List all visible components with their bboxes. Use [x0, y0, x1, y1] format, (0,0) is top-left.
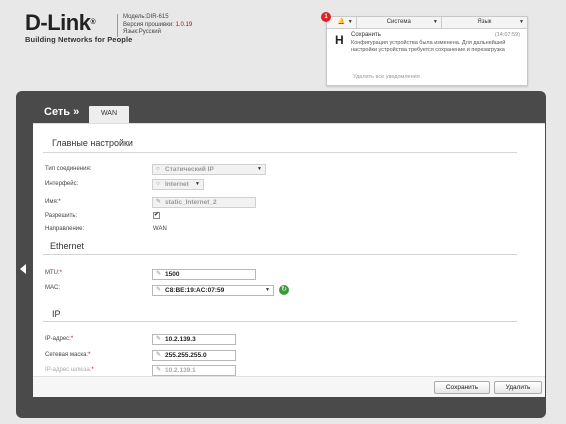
chevron-down-icon: ▼	[347, 19, 353, 25]
interface-label: Интерфейс:	[45, 181, 79, 187]
chevron-down-icon: ▼	[519, 19, 524, 25]
bell-icon: 🔔	[337, 19, 346, 25]
radio-icon: ○	[156, 181, 160, 187]
mac-select[interactable]: ✎ C8:BE:19:AC:07:59 ▼	[152, 285, 274, 296]
section-title-ethernet: Ethernet	[50, 241, 85, 251]
chevron-down-icon: ▼	[257, 166, 262, 172]
notification-time: (14:07:59)	[494, 32, 520, 38]
ip-label: IP-адрес:*	[45, 336, 74, 342]
language-menu[interactable]: Язык ▼	[442, 17, 527, 28]
notification-count-badge: 1	[321, 12, 331, 22]
direction-value: WAN	[153, 226, 167, 232]
firmware-version[interactable]: 1.0.19	[176, 22, 193, 28]
pencil-icon: ✎	[156, 271, 162, 277]
mtu-field[interactable]: ✎ 1500	[152, 269, 256, 280]
direction-label: Направление:	[45, 226, 85, 232]
breadcrumb[interactable]: Сеть »	[44, 106, 79, 118]
model-label: Модель:DIR-615	[123, 14, 169, 20]
pencil-icon: ✎	[156, 352, 162, 358]
chevron-down-icon: ▼	[432, 19, 438, 25]
enable-label: Разрешить:	[45, 213, 78, 219]
radio-icon: ○	[156, 166, 160, 172]
device-info: Модель:DIR-615 Версия прошивки: 1.0.19 Я…	[117, 14, 192, 37]
save-button[interactable]: Сохранить	[434, 381, 490, 394]
save-icon: H	[335, 33, 344, 47]
section-title-ip: IP	[52, 309, 61, 319]
refresh-icon[interactable]: ↻	[279, 285, 289, 295]
name-field[interactable]: ✎ static_Internet_2	[152, 197, 256, 208]
section-divider	[43, 152, 517, 153]
firmware-label: Версия прошивки: 1.0.19	[123, 21, 193, 28]
section-divider	[43, 321, 517, 322]
pencil-icon: ✎	[156, 336, 162, 342]
pencil-icon: ✎	[156, 287, 162, 293]
notifications-menu[interactable]: 1 🔔 ▼	[321, 12, 357, 28]
notification-item[interactable]: H Сохранить (14:07:59) Конфигурация устр…	[327, 29, 527, 53]
mask-field[interactable]: ✎ 255.255.255.0	[152, 350, 236, 361]
section-divider	[43, 254, 517, 255]
content-area: Главные настройки Тип соединения: ○ Стат…	[33, 123, 545, 397]
logo-registered-mark: ®	[90, 19, 96, 26]
notification-text: Конфигурация устройства была изменена. Д…	[351, 40, 506, 53]
conn-type-label: Тип соединения:	[45, 166, 92, 172]
pencil-icon: ✎	[156, 199, 162, 205]
conn-type-select[interactable]: ○ Статический IP ▼	[152, 164, 266, 175]
clear-notifications-link[interactable]: Удалить все уведомления	[353, 74, 420, 80]
mac-label: MAC:	[45, 285, 60, 291]
top-menu-bar: 1 🔔 ▼ Система ▼ Язык ▼	[321, 12, 527, 29]
logo-text: D-Link	[25, 10, 91, 35]
language-label: Язык:Русский	[123, 29, 161, 35]
chevron-down-icon: ▼	[195, 181, 200, 187]
ip-field[interactable]: ✎ 10.2.139.3	[152, 334, 236, 345]
section-title-main: Главные настройки	[52, 138, 133, 148]
mtu-label: MTU:*	[45, 270, 63, 276]
gateway-field[interactable]: ✎ 10.2.139.1	[152, 365, 236, 376]
pencil-icon: ✎	[156, 367, 162, 373]
gateway-label: IP-адрес шлюза:*	[45, 367, 94, 373]
chevron-down-icon: ▼	[265, 287, 270, 293]
tab-wan[interactable]: WAN	[89, 106, 129, 123]
mask-label: Сетевая маска:*	[45, 352, 91, 358]
back-arrow-icon[interactable]	[20, 264, 26, 274]
notification-panel: 1 🔔 ▼ Система ▼ Язык ▼ H Сохранить (14:0…	[321, 12, 528, 86]
enable-checkbox[interactable]: ✔	[153, 212, 160, 219]
footer-bar: Сохранить Удалить	[33, 376, 545, 397]
system-menu[interactable]: Система ▼	[357, 17, 442, 28]
interface-select[interactable]: ○ Internet ▼	[152, 179, 204, 190]
name-label: Имя:*	[45, 199, 61, 205]
delete-button[interactable]: Удалить	[494, 381, 542, 394]
